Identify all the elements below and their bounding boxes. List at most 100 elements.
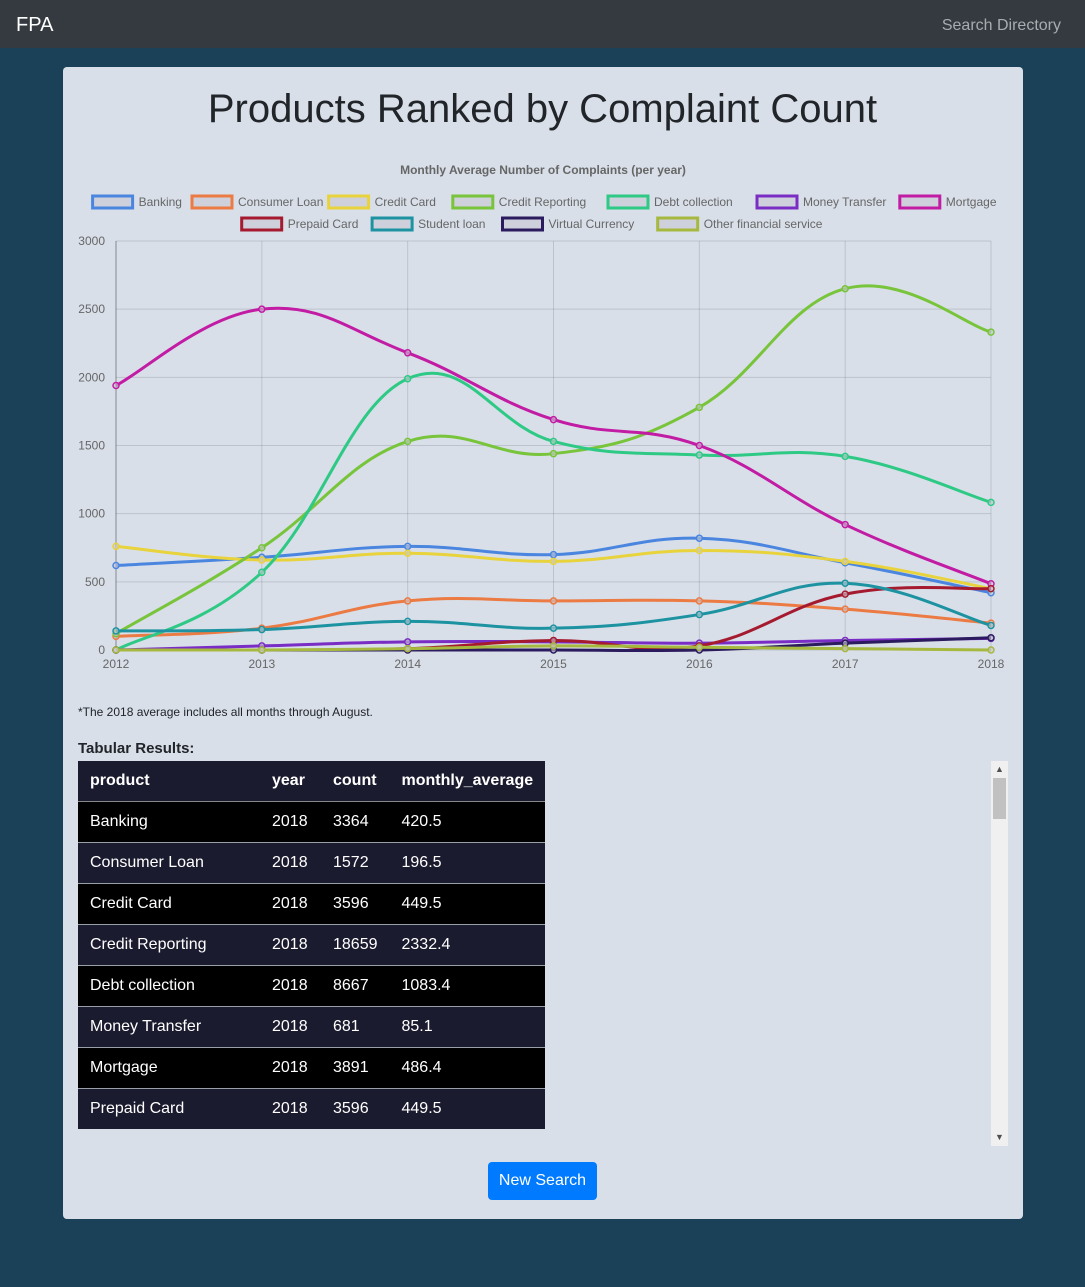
data-point	[987, 328, 995, 336]
data-point	[987, 621, 995, 630]
y-tick-label: 3000	[78, 234, 105, 248]
search-directory-link[interactable]: Search Directory	[942, 16, 1061, 36]
table-cell: 2018	[260, 1088, 321, 1129]
brand-link[interactable]: FPA	[16, 13, 53, 37]
data-point	[403, 597, 412, 605]
data-point	[258, 556, 266, 564]
data-point	[841, 579, 849, 587]
data-point	[841, 590, 849, 598]
table-cell: 449.5	[389, 1088, 546, 1129]
data-point	[258, 544, 266, 552]
data-point	[403, 644, 412, 653]
data-point	[549, 597, 558, 605]
data-point	[112, 627, 120, 635]
table-cell: 2018	[260, 1047, 321, 1089]
data-point	[403, 638, 412, 646]
table-row: Banking 2018 3364 420.5	[78, 801, 546, 843]
table-cell: 2018	[260, 801, 321, 843]
y-tick-label: 0	[98, 643, 105, 657]
legend-label: Prepaid Card	[288, 217, 359, 231]
data-point	[841, 644, 849, 653]
table-cell: 486.4	[389, 1047, 546, 1089]
data-point	[112, 542, 120, 551]
data-point	[549, 557, 558, 566]
data-point	[549, 624, 558, 632]
data-point	[112, 646, 120, 654]
legend-label: Student loan	[418, 217, 485, 231]
results-table-container[interactable]: product year count monthly_average Banki…	[78, 761, 1008, 1146]
results-table: product year count monthly_average Banki…	[78, 761, 546, 1129]
legend-swatch	[656, 216, 700, 232]
table-row: Credit Reporting 2018 18659 2332.4	[78, 924, 546, 966]
table-row: Prepaid Card 2018 3596 449.5	[78, 1088, 546, 1129]
x-tick-label: 2017	[832, 657, 859, 671]
table-cell: Banking	[78, 801, 260, 843]
down-arrow-icon[interactable]: ▼	[991, 1129, 1008, 1146]
data-point	[258, 646, 266, 654]
table-cell: Mortgage	[78, 1047, 260, 1089]
new-search-button[interactable]: New Search	[488, 1162, 597, 1200]
data-point	[258, 305, 266, 313]
table-cell: Credit Card	[78, 883, 260, 925]
table-cell: 1083.4	[389, 965, 546, 1007]
data-point	[695, 610, 704, 619]
legend-label: Debt collection	[654, 195, 733, 209]
data-point	[112, 561, 120, 570]
up-arrow-icon[interactable]: ▲	[991, 761, 1008, 778]
table-cell: 196.5	[389, 842, 546, 884]
data-point	[549, 449, 558, 458]
data-point	[841, 605, 849, 613]
data-point	[549, 550, 558, 559]
table-cell: 2018	[260, 883, 321, 925]
table-cell: Money Transfer	[78, 1006, 260, 1048]
data-point	[403, 549, 412, 557]
table-row: Debt collection 2018 8667 1083.4	[78, 965, 546, 1007]
data-point	[987, 633, 995, 642]
legend-swatch	[370, 216, 414, 232]
x-tick-label: 2016	[686, 657, 713, 671]
data-point	[258, 568, 266, 577]
chart-title: Monthly Average Number of Complaints (pe…	[400, 163, 686, 177]
table-scrollbar[interactable]: ▲ ▼	[991, 761, 1008, 1146]
legend-swatch	[451, 194, 495, 210]
data-point	[403, 437, 412, 446]
legend-swatch	[898, 194, 942, 210]
legend-label: Virtual Currency	[549, 217, 635, 231]
data-point	[695, 534, 704, 542]
column-header: product	[78, 761, 260, 802]
table-cell: 3596	[321, 1088, 390, 1129]
table-row: Credit Card 2018 3596 449.5	[78, 883, 546, 925]
complaints-line-chart: Monthly Average Number of Complaints (pe…	[78, 163, 1004, 671]
y-tick-label: 2000	[78, 370, 105, 384]
data-point	[841, 452, 849, 461]
data-point	[695, 643, 704, 652]
legend-label: Credit Card	[375, 195, 436, 209]
table-cell: 449.5	[389, 883, 546, 925]
data-point	[403, 349, 412, 357]
table-header-row: product year count monthly_average	[78, 761, 546, 802]
data-point	[987, 498, 995, 507]
table-row: Money Transfer 2018 681 85.1	[78, 1006, 546, 1048]
legend-label: Other financial service	[704, 217, 823, 231]
tabular-results-label: Tabular Results:	[78, 740, 195, 757]
table-cell: 85.1	[389, 1006, 546, 1048]
data-point	[403, 374, 412, 383]
table-cell: 3364	[321, 801, 390, 843]
table-cell: 18659	[321, 924, 390, 966]
legend-swatch	[190, 194, 234, 210]
y-tick-label: 1500	[78, 439, 105, 453]
legend-swatch	[755, 194, 799, 210]
legend-swatch	[240, 216, 284, 232]
legend-label: Consumer Loan	[238, 195, 323, 209]
x-tick-label: 2014	[394, 657, 421, 671]
table-cell: 2018	[260, 924, 321, 966]
scrollbar-thumb[interactable]	[993, 778, 1006, 819]
data-point	[258, 625, 266, 634]
data-point	[549, 642, 558, 650]
legend-swatch	[327, 194, 371, 210]
column-header: count	[321, 761, 390, 802]
data-point	[695, 546, 704, 555]
data-point	[695, 403, 704, 412]
x-tick-label: 2015	[540, 657, 567, 671]
data-point	[549, 437, 558, 446]
